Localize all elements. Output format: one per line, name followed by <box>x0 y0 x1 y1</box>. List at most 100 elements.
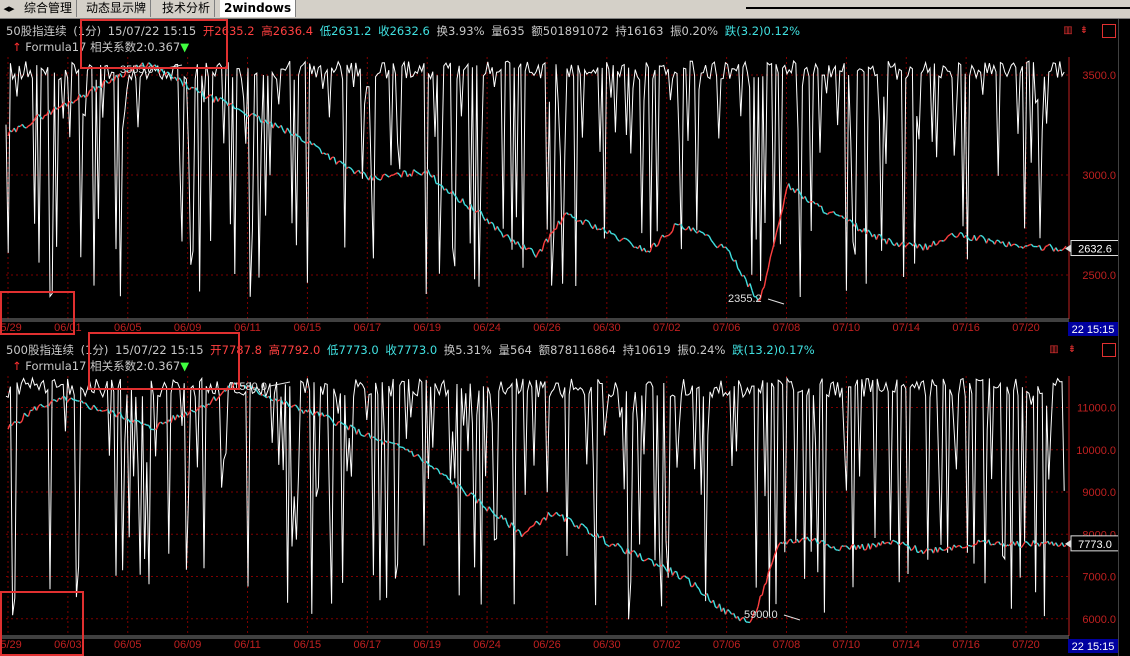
price-segment <box>588 221 592 227</box>
x-tick-label: 06/30 <box>593 322 621 334</box>
price-segment <box>137 420 141 424</box>
peak-pointer <box>269 381 291 387</box>
price-segment <box>594 224 598 231</box>
tab-dynamic-board[interactable]: 动态显示牌 <box>82 0 152 17</box>
price-segment <box>529 525 533 529</box>
price-segment <box>290 405 294 408</box>
y-tick-label: 11000.0 <box>1077 403 1116 415</box>
price-segment <box>384 440 388 443</box>
price-segment <box>608 229 613 235</box>
price-segment <box>42 115 46 120</box>
price-segment <box>441 472 445 476</box>
chart-svg-top: 3500.0 3000.0 2500.0 05/29 06/01 06/05 06/09 06… <box>0 57 1118 336</box>
right-scroll-strip[interactable] <box>1118 19 1130 656</box>
price-segment <box>739 617 743 622</box>
price-segment <box>990 239 993 242</box>
price-segment <box>448 478 451 481</box>
price-segment <box>959 232 963 234</box>
price-segment <box>1022 541 1026 546</box>
price-segment <box>1038 245 1043 251</box>
chart-panel-top[interactable]: 50股指连续 (1分) 15/07/22 15:15 开2635.2 高2636… <box>0 19 1130 337</box>
price-segment <box>364 433 368 437</box>
price-segment <box>354 171 358 175</box>
price-segment <box>763 582 767 586</box>
tab-comprehensive-management[interactable]: 综合管理 <box>20 0 78 17</box>
price-segment <box>932 240 937 246</box>
price-segment <box>584 526 588 529</box>
price-segment <box>867 229 871 234</box>
price-segment <box>99 409 103 412</box>
price-segment <box>725 246 729 251</box>
price-segment <box>661 234 665 238</box>
price-segment <box>559 218 564 225</box>
price-segment <box>894 540 898 543</box>
price-segment <box>1038 541 1043 547</box>
price-segment <box>818 540 822 544</box>
x-tick-label: 07/02 <box>653 322 681 334</box>
price-segment <box>759 594 763 597</box>
price-segment <box>313 142 317 147</box>
chart-panel-bottom[interactable]: 500股指连续 (1分) 15/07/22 15:15 开7787.8 高779… <box>0 338 1130 656</box>
nav-arrow-icon[interactable]: ◂▸ <box>2 2 16 16</box>
price-segment <box>474 210 478 213</box>
price-segment <box>975 237 979 242</box>
price-segment <box>869 543 873 550</box>
price-segment <box>735 259 739 269</box>
price-segment <box>1057 545 1061 547</box>
price-segment <box>472 209 476 213</box>
price-segment <box>70 397 74 401</box>
price-segment <box>967 237 971 241</box>
price-segment <box>749 283 753 291</box>
price-segment <box>327 415 331 418</box>
price-segment <box>349 167 354 171</box>
price-segment <box>645 250 649 253</box>
price-segment <box>1022 245 1026 249</box>
price-segment <box>500 514 504 520</box>
price-segment <box>466 494 469 497</box>
price-segment <box>15 126 19 133</box>
tab-technical-analysis[interactable]: 技术分析 <box>158 0 216 17</box>
price-segment <box>1014 243 1018 246</box>
price-segment <box>951 232 955 237</box>
price-segment <box>798 539 802 543</box>
x-tick-label: 07/16 <box>952 322 980 334</box>
price-segment <box>174 414 178 421</box>
price-segment <box>769 249 774 258</box>
price-segment <box>154 64 158 68</box>
price-segment <box>60 396 64 400</box>
tab-bar: ◂▸ 综合管理 动态显示牌 技术分析 2windows <box>0 0 1130 19</box>
price-segment <box>881 540 886 545</box>
price-segment <box>902 541 906 546</box>
price-segment <box>706 593 710 601</box>
price-segment <box>1057 249 1061 252</box>
price-segment <box>219 392 223 397</box>
correlation-line <box>5 376 1065 620</box>
price-segment <box>329 156 333 161</box>
price-segment <box>788 183 792 191</box>
price-segment <box>555 220 560 230</box>
price-segment <box>572 522 576 528</box>
price-segment <box>551 513 555 517</box>
tab-2windows[interactable]: 2windows <box>220 0 297 17</box>
price-segment <box>66 399 70 403</box>
price-segment <box>875 234 880 240</box>
price-segment <box>317 146 321 150</box>
price-segment <box>939 546 943 551</box>
x-tick-label: 06/09 <box>174 639 202 651</box>
price-segment <box>250 112 253 116</box>
price-segment <box>264 395 268 399</box>
price-segment <box>936 547 941 553</box>
price-segment <box>323 414 327 417</box>
price-segment <box>827 211 831 215</box>
price-segment <box>294 133 299 137</box>
price-segment <box>566 516 569 519</box>
price-segment <box>890 240 894 245</box>
price-segment <box>619 239 623 242</box>
y-tick-label: 3500.0 <box>1082 70 1116 82</box>
price-segment <box>564 212 568 216</box>
price-segment <box>710 239 714 244</box>
price-segment <box>566 212 570 216</box>
price-segment <box>239 109 243 113</box>
current-price-label: 7773.0 <box>1078 539 1112 551</box>
price-segment <box>531 248 535 255</box>
